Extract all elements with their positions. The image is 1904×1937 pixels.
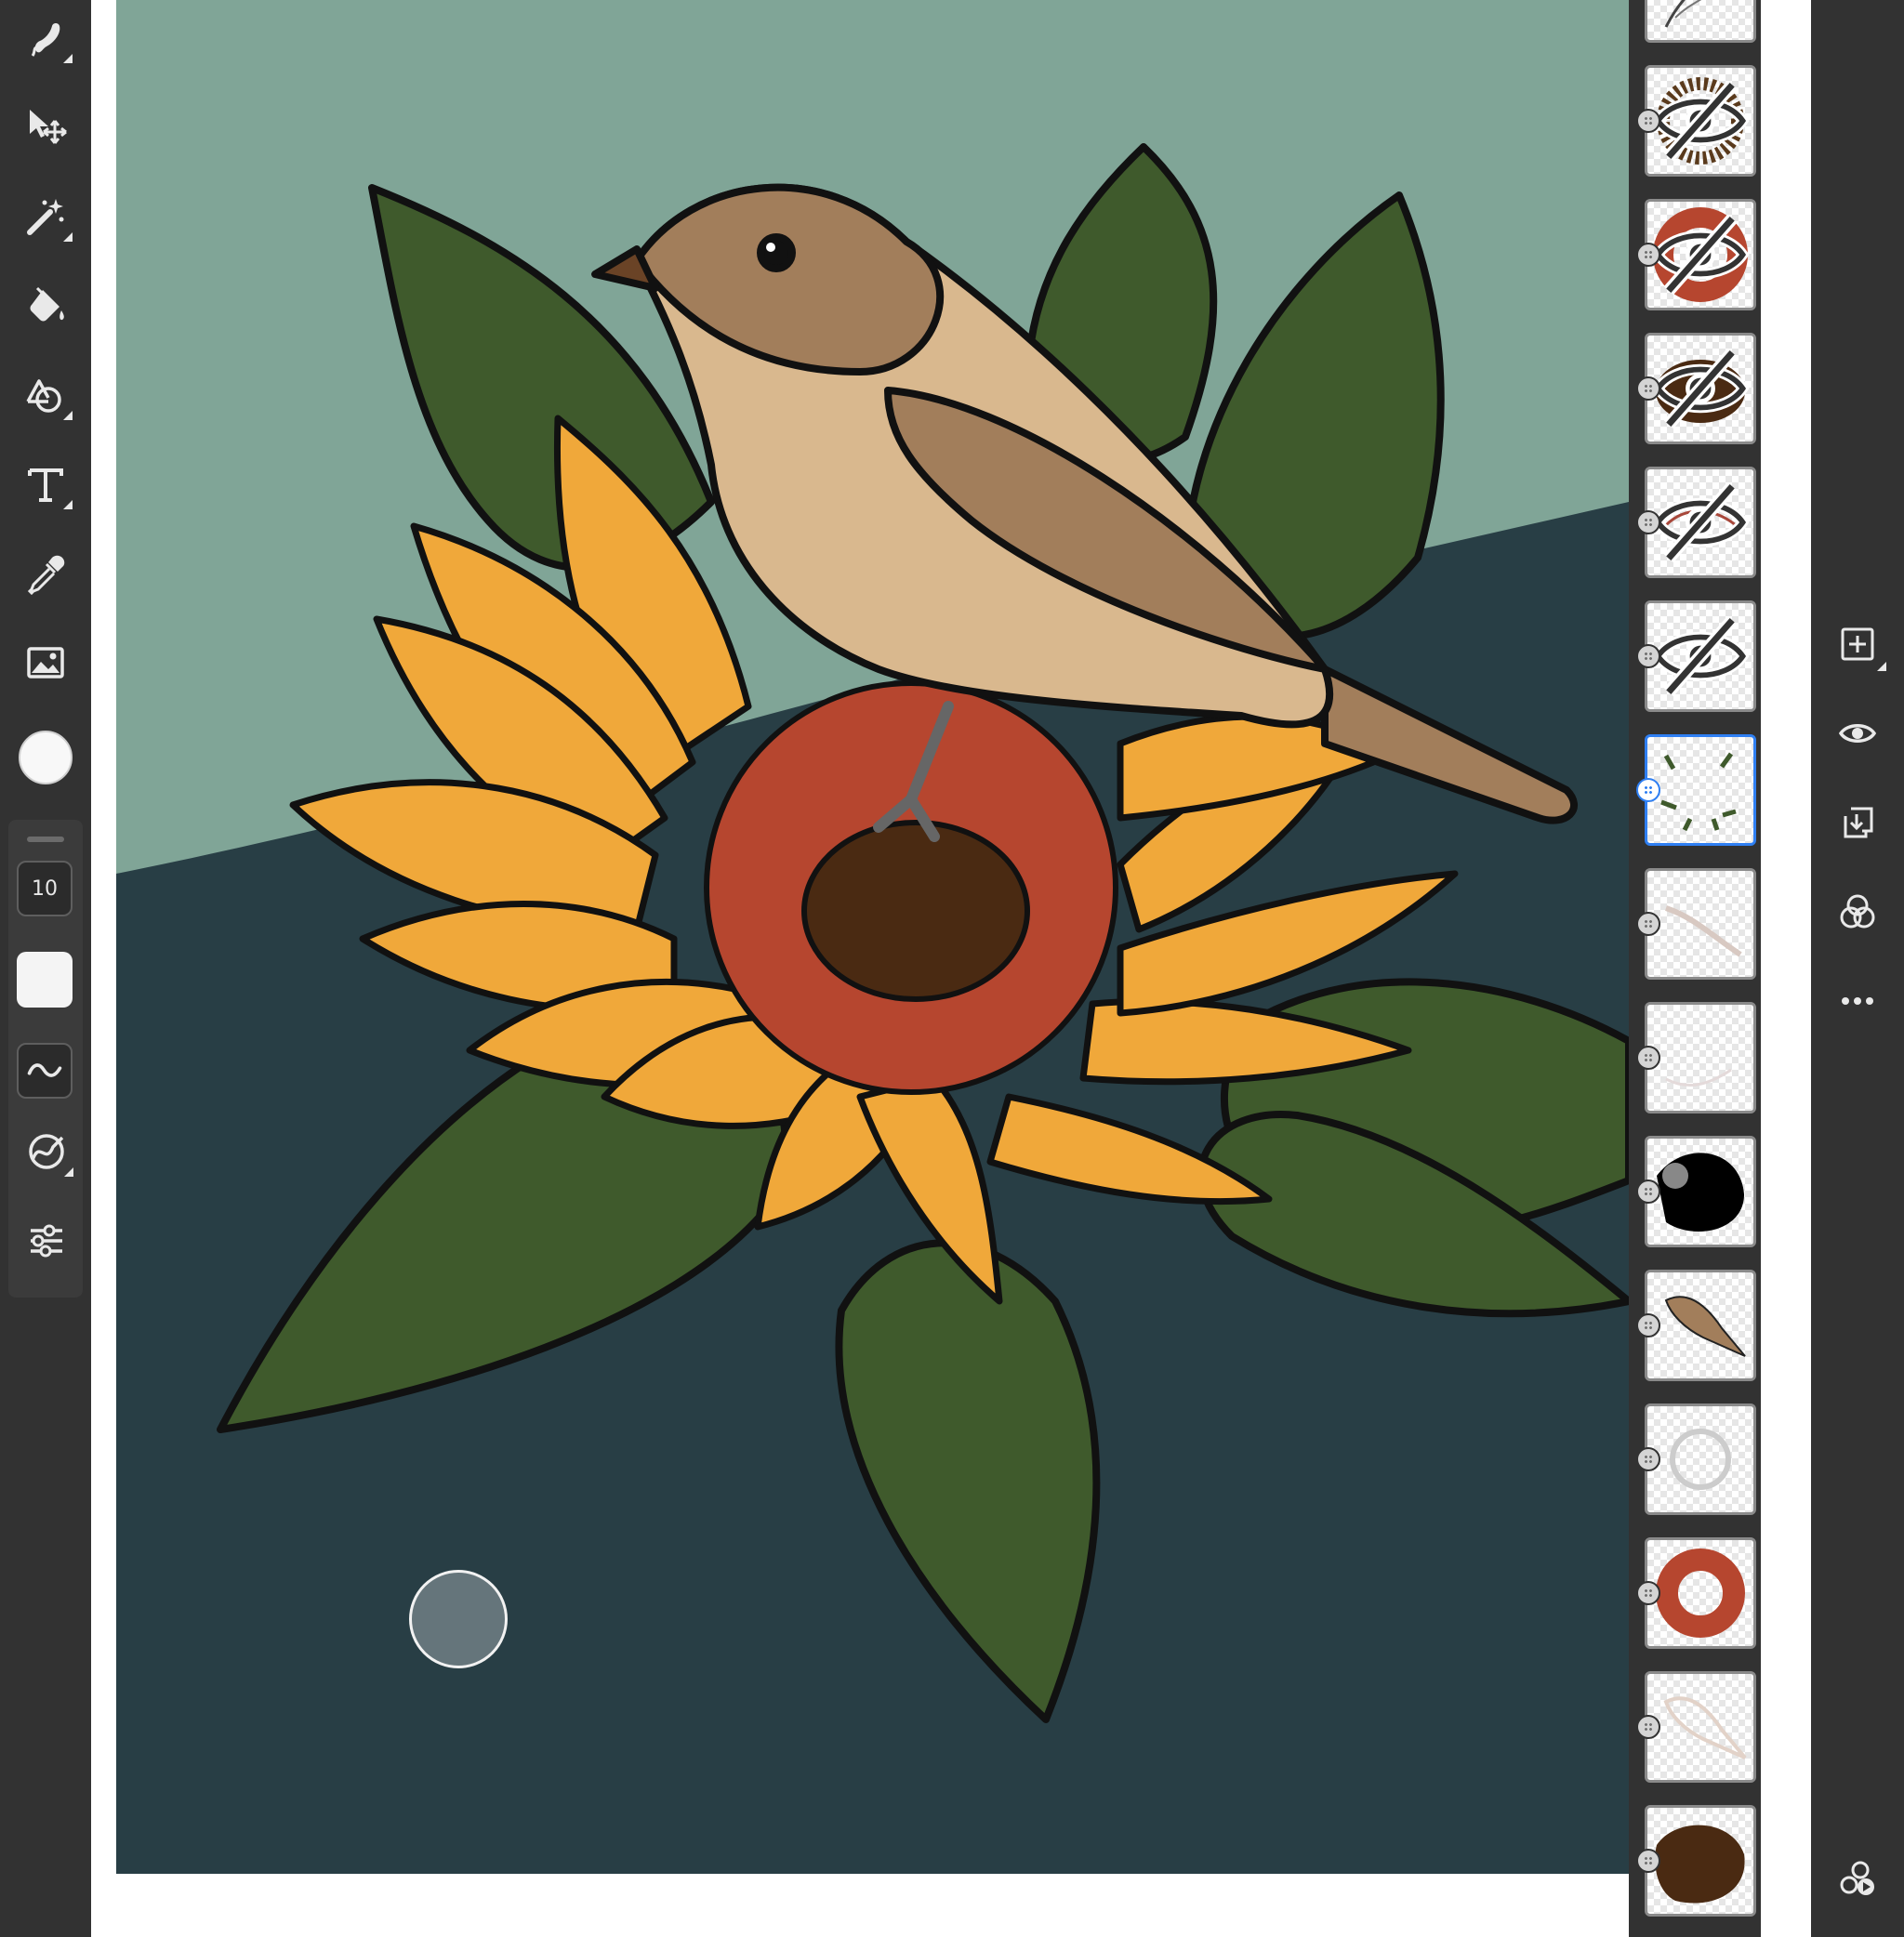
layer-preview [1664,0,1702,28]
layer-preview [1665,905,1742,957]
layer-drag-handle[interactable] [1636,1849,1660,1873]
layer-thumbnail-seed-texture[interactable] [1645,65,1756,177]
layer-drag-handle[interactable] [1636,1046,1660,1070]
brush-tool[interactable] [13,6,78,71]
pressure-curve-icon [29,1134,64,1169]
eyedropper-tool[interactable] [13,541,78,606]
layer-thumbnail-leaf-shading[interactable] [1645,734,1756,846]
layer-thumbnail-petal-lines[interactable] [1645,467,1756,578]
layer-preview [1665,1068,1732,1087]
magic-wand-icon [27,199,64,235]
hidden-eye-icon [1651,348,1750,429]
merge-down-button[interactable] [1829,794,1886,851]
move-transform-tool[interactable] [13,95,78,160]
brush-icon [31,23,60,57]
eye-icon [1838,724,1877,743]
layer-properties-button[interactable] [1829,1850,1886,1907]
place-image-tool[interactable] [13,630,78,695]
hidden-eye-icon [1651,214,1750,296]
eyedropper-icon [27,555,65,595]
layer-preview [1657,1153,1744,1232]
hidden-eye-icon [1651,615,1750,697]
layer-preview [1660,752,1737,832]
layer-thumbnail-seed-center[interactable] [1645,1805,1756,1917]
layer-drag-handle[interactable] [1636,1581,1660,1605]
paint-bucket-icon [30,286,64,322]
brush-size-field[interactable]: 10 [17,861,73,916]
artwork [116,0,1629,1874]
move-transform-icon [30,110,67,144]
magic-wand-tool[interactable] [13,184,78,249]
shapes-icon [26,379,61,413]
drawing-canvas[interactable] [116,0,1629,1874]
layer-visibility-button[interactable] [1829,705,1886,762]
fill-tool[interactable] [13,273,78,338]
layer-properties-icon [1840,1861,1874,1895]
layer-drag-handle[interactable] [1636,1715,1660,1739]
layer-thumbnail-bird-sketch[interactable] [1645,1671,1756,1783]
hidden-eye-icon [1651,481,1750,563]
brush-settings-panel: 10 [8,820,83,1298]
seed-center [801,820,1030,1002]
image-icon [27,647,64,679]
color-picker-swatch[interactable] [19,731,73,784]
more-icon [1842,997,1873,1005]
layer-preview [1655,1825,1745,1904]
shapes-options-indicator [63,411,73,420]
layer-drag-handle[interactable] [1636,109,1660,133]
right-toolbar [1811,0,1904,1937]
layer-drag-handle[interactable] [1636,1447,1660,1471]
layer-drag-handle[interactable] [1636,644,1660,668]
layer-preview [1663,1696,1747,1759]
layer-drag-handle[interactable] [1636,778,1660,802]
layer-preview [1670,1429,1731,1490]
brush-options-indicator [63,54,73,63]
text-icon [28,468,63,502]
blend-mode-button[interactable] [1829,883,1886,941]
blend-icon [1840,894,1875,929]
layer-thumbnail-ring-sketch[interactable] [1645,1403,1756,1515]
wave-icon [27,1063,62,1077]
layer-preview [1656,1548,1745,1638]
shapes-tool[interactable] [13,362,78,428]
add-layer-options-indicator [1877,662,1886,671]
hidden-eye-icon [1651,80,1750,162]
layer-thumbnail-seed-red[interactable] [1645,199,1756,310]
layer-drag-handle[interactable] [1636,510,1660,534]
layer-thumbnail-seed-ring[interactable] [1645,1537,1756,1649]
layer-thumbnail-seed-dark[interactable] [1645,333,1756,444]
layer-drag-handle[interactable] [1636,1179,1660,1204]
more-options-button[interactable] [1829,972,1886,1030]
layers-panel [1629,0,1761,1937]
layer-drag-handle[interactable] [1636,376,1660,401]
text-options-indicator [63,500,73,509]
add-layer-button[interactable] [1829,615,1886,673]
layer-thumbnail-petal-texture[interactable] [1645,868,1756,980]
layer-drag-handle[interactable] [1636,912,1660,936]
layer-thumbnail-petal-highlights[interactable] [1645,1002,1756,1113]
layer-drag-handle[interactable] [1636,1313,1660,1337]
sliders-icon [31,1224,62,1258]
layer-thumbnail-empty[interactable] [1645,600,1756,712]
layer-drag-handle[interactable] [1636,243,1660,267]
eyedropper-loupe[interactable] [409,1570,508,1668]
text-tool[interactable] [13,452,78,517]
left-toolbar: 10 [0,0,91,1937]
adjustments-button[interactable] [14,1208,79,1273]
brush-pressure-button[interactable] [14,1119,79,1184]
pressure-options-indicator [64,1167,73,1177]
add-layer-icon [1841,627,1874,661]
layer-thumbnail-bird[interactable] [1645,1270,1756,1381]
brush-smoothing-button[interactable] [17,1043,73,1099]
layer-thumbnail-leaves-line[interactable] [1645,0,1756,43]
brush-opacity-swatch[interactable] [17,952,73,1008]
layer-thumbnail-shadow-mask[interactable] [1645,1136,1756,1247]
merge-down-icon [1844,807,1873,838]
magic-wand-options-indicator [63,232,73,242]
layer-preview [1664,1296,1746,1357]
panel-grip[interactable] [27,837,64,842]
